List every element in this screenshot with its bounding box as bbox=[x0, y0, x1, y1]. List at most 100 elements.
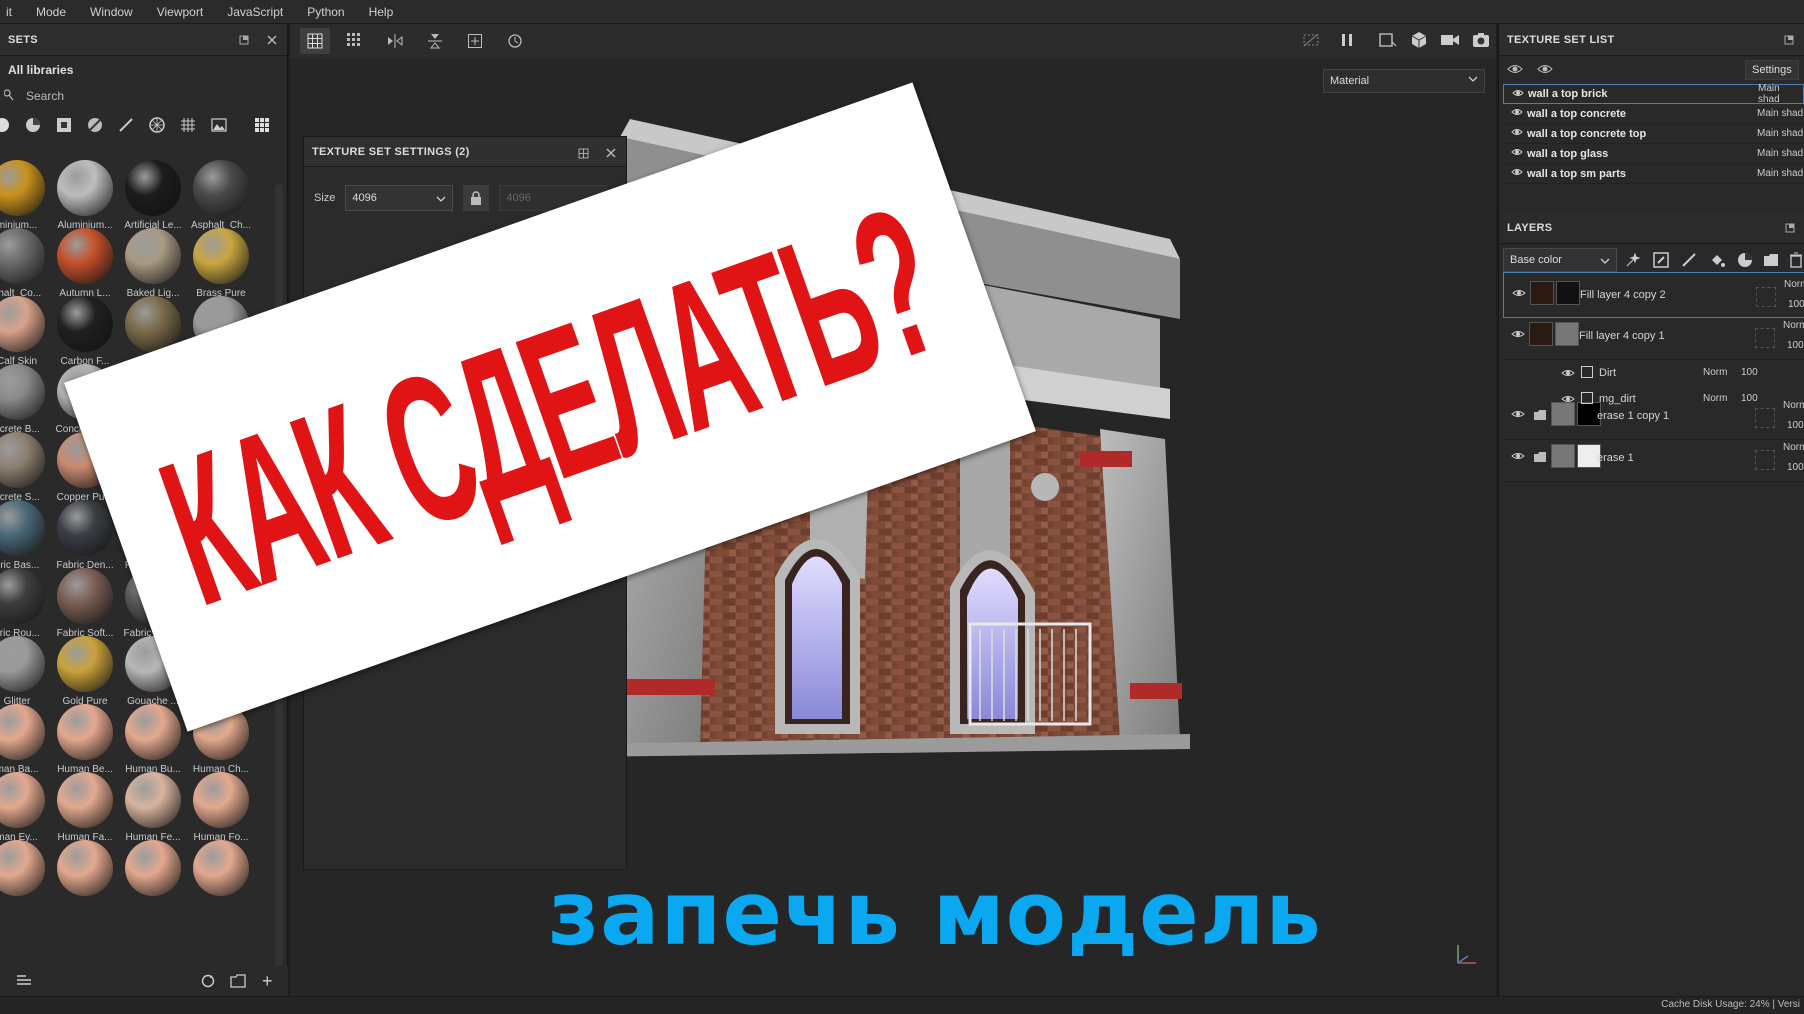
add-icon[interactable]: + bbox=[262, 971, 273, 992]
eye-icon[interactable] bbox=[1512, 88, 1524, 101]
search-bar[interactable]: Search bbox=[0, 84, 287, 108]
pause-icon[interactable] bbox=[1340, 33, 1354, 50]
procedural-filter-icon[interactable] bbox=[147, 115, 167, 135]
material-thumbnail[interactable]: ncrete B... bbox=[0, 364, 50, 442]
dock-icon[interactable] bbox=[576, 146, 590, 160]
effect-row[interactable]: Dirt Norm 100 bbox=[1503, 360, 1804, 387]
texture-set-item[interactable]: wall a top concrete top Main shad bbox=[1503, 124, 1804, 144]
layer-opacity[interactable]: 100 bbox=[1787, 462, 1804, 473]
view-2d-icon[interactable] bbox=[1378, 32, 1398, 51]
settings-button[interactable]: Settings bbox=[1745, 60, 1799, 80]
material-thumbnail[interactable]: ncrete S... bbox=[0, 432, 50, 510]
texture-set-item[interactable]: wall a top glass Main shad bbox=[1503, 144, 1804, 164]
layer-opacity[interactable]: 100 bbox=[1787, 420, 1804, 431]
texture-set-item[interactable]: wall a top brick Main shad bbox=[1503, 83, 1804, 105]
layer-row[interactable]: Fill layer 4 copy 2 Norm 100 bbox=[1503, 272, 1804, 318]
symmetry-y-icon[interactable] bbox=[420, 28, 450, 54]
eye-icon[interactable] bbox=[1561, 367, 1575, 381]
effects-icon[interactable] bbox=[1625, 252, 1641, 271]
material-thumbnail[interactable]: Fabric Den... bbox=[52, 500, 118, 578]
eye-icon[interactable] bbox=[1511, 328, 1525, 342]
layer-mask-slot[interactable] bbox=[1755, 328, 1775, 348]
eye-icon[interactable] bbox=[1512, 287, 1526, 301]
material-thumbnail[interactable]: Human Bu... bbox=[120, 704, 186, 782]
eye-icon[interactable] bbox=[1537, 62, 1553, 79]
material-thumbnail[interactable]: Brass Pure bbox=[188, 228, 254, 306]
symmetry-x-icon[interactable] bbox=[380, 28, 410, 54]
material-thumbnail[interactable]: Glitter bbox=[0, 636, 50, 714]
material-thumbnail[interactable] bbox=[0, 840, 50, 918]
close-icon[interactable] bbox=[604, 146, 618, 160]
lock-icon[interactable] bbox=[463, 185, 490, 211]
folder-icon[interactable] bbox=[230, 973, 246, 992]
all-filter-icon[interactable] bbox=[0, 115, 12, 135]
environment-filter-icon[interactable] bbox=[209, 115, 229, 135]
material-thumbnail[interactable]: Human Fo... bbox=[188, 772, 254, 850]
eye-icon[interactable] bbox=[1511, 450, 1525, 464]
blend-mode[interactable]: Norm bbox=[1703, 393, 1727, 404]
search-input[interactable]: Search bbox=[26, 89, 64, 103]
blend-mode[interactable]: Norm bbox=[1703, 367, 1727, 378]
material-thumbnail[interactable]: man Ey... bbox=[0, 772, 50, 850]
history-icon[interactable] bbox=[500, 28, 530, 54]
menu-python[interactable]: Python bbox=[295, 5, 356, 19]
menu-viewport[interactable]: Viewport bbox=[145, 5, 215, 19]
material-thumbnail[interactable]: minium... bbox=[0, 160, 50, 238]
material-thumbnail[interactable]: Aluminium... bbox=[52, 160, 118, 238]
menu-edit[interactable]: it bbox=[0, 5, 24, 19]
material-thumbnail[interactable]: Human Fe... bbox=[120, 772, 186, 850]
menu-help[interactable]: Help bbox=[357, 5, 406, 19]
texture-set-item[interactable]: wall a top sm parts Main shad bbox=[1503, 164, 1804, 184]
effect-row[interactable]: mg_dirt Norm 100 bbox=[1503, 386, 1804, 413]
channel-select[interactable]: Base color bbox=[1503, 248, 1617, 272]
material-thumbnail[interactable]: man Ba... bbox=[0, 704, 50, 782]
blend-mode[interactable]: Norm bbox=[1784, 279, 1804, 290]
close-icon[interactable] bbox=[265, 33, 279, 47]
grid-view-icon[interactable] bbox=[252, 115, 272, 135]
add-frame-icon[interactable] bbox=[460, 28, 490, 54]
menu-javascript[interactable]: JavaScript bbox=[215, 5, 295, 19]
eye-icon[interactable] bbox=[1561, 393, 1575, 407]
mask-icon[interactable] bbox=[1653, 252, 1669, 271]
layer-row[interactable]: erase 1 Norm 100 bbox=[1503, 436, 1804, 482]
folder-icon[interactable] bbox=[1763, 252, 1779, 271]
undock-icon[interactable] bbox=[1782, 33, 1796, 47]
eye-icon[interactable] bbox=[1511, 127, 1523, 140]
eye-icon[interactable] bbox=[1511, 107, 1523, 120]
effect-opacity[interactable]: 100 bbox=[1741, 393, 1758, 404]
smart-material-icon[interactable] bbox=[85, 115, 105, 135]
library-selector[interactable]: All libraries bbox=[0, 56, 287, 84]
material-thumbnail[interactable]: Calf Skin bbox=[0, 296, 50, 374]
undock-icon[interactable] bbox=[237, 33, 251, 47]
material-thumbnail[interactable]: Baked Lig... bbox=[120, 228, 186, 306]
eye-icon[interactable] bbox=[1511, 147, 1523, 160]
material-thumbnail[interactable]: phalt_Co... bbox=[0, 228, 50, 306]
material-thumbnail[interactable]: Carbon F... bbox=[52, 296, 118, 374]
material-thumbnail[interactable]: Fabric Soft... bbox=[52, 568, 118, 646]
layer-opacity[interactable]: 100 bbox=[1788, 299, 1804, 310]
list-view-icon[interactable] bbox=[16, 974, 32, 991]
material-thumbnail[interactable]: Asphalt_Ch... bbox=[188, 160, 254, 238]
blend-mode[interactable]: Norm bbox=[1783, 442, 1804, 453]
texture-set-item[interactable]: wall a top concrete Main shad bbox=[1503, 104, 1804, 124]
material-thumbnail[interactable] bbox=[52, 840, 118, 918]
undock-icon[interactable] bbox=[1783, 221, 1797, 235]
material-thumbnail[interactable]: Human Be... bbox=[52, 704, 118, 782]
material-thumbnail[interactable]: Artificial Le... bbox=[120, 160, 186, 238]
screenshot-icon[interactable] bbox=[1472, 32, 1490, 51]
material-thumbnail[interactable]: bric Rou... bbox=[0, 568, 50, 646]
menu-mode[interactable]: Mode bbox=[24, 5, 78, 19]
mask-filter-icon[interactable] bbox=[54, 115, 74, 135]
fill-layer-icon[interactable] bbox=[1709, 252, 1725, 271]
layer-mask-slot[interactable] bbox=[1755, 450, 1775, 470]
material-thumbnail[interactable]: Human Fa... bbox=[52, 772, 118, 850]
hide-overlay-icon[interactable] bbox=[1302, 32, 1320, 51]
smart-material-icon[interactable] bbox=[1737, 252, 1753, 271]
layer-row[interactable]: Fill layer 4 copy 1 Norm 100 bbox=[1503, 314, 1804, 360]
paint-grid-icon[interactable] bbox=[300, 28, 330, 54]
texture-filter-icon[interactable] bbox=[178, 115, 198, 135]
layer-mask-slot[interactable] bbox=[1756, 287, 1776, 307]
cube-view-icon[interactable] bbox=[1410, 31, 1428, 52]
material-thumbnail[interactable]: Autumn L... bbox=[52, 228, 118, 306]
material-thumbnail[interactable]: bric Bas... bbox=[0, 500, 50, 578]
